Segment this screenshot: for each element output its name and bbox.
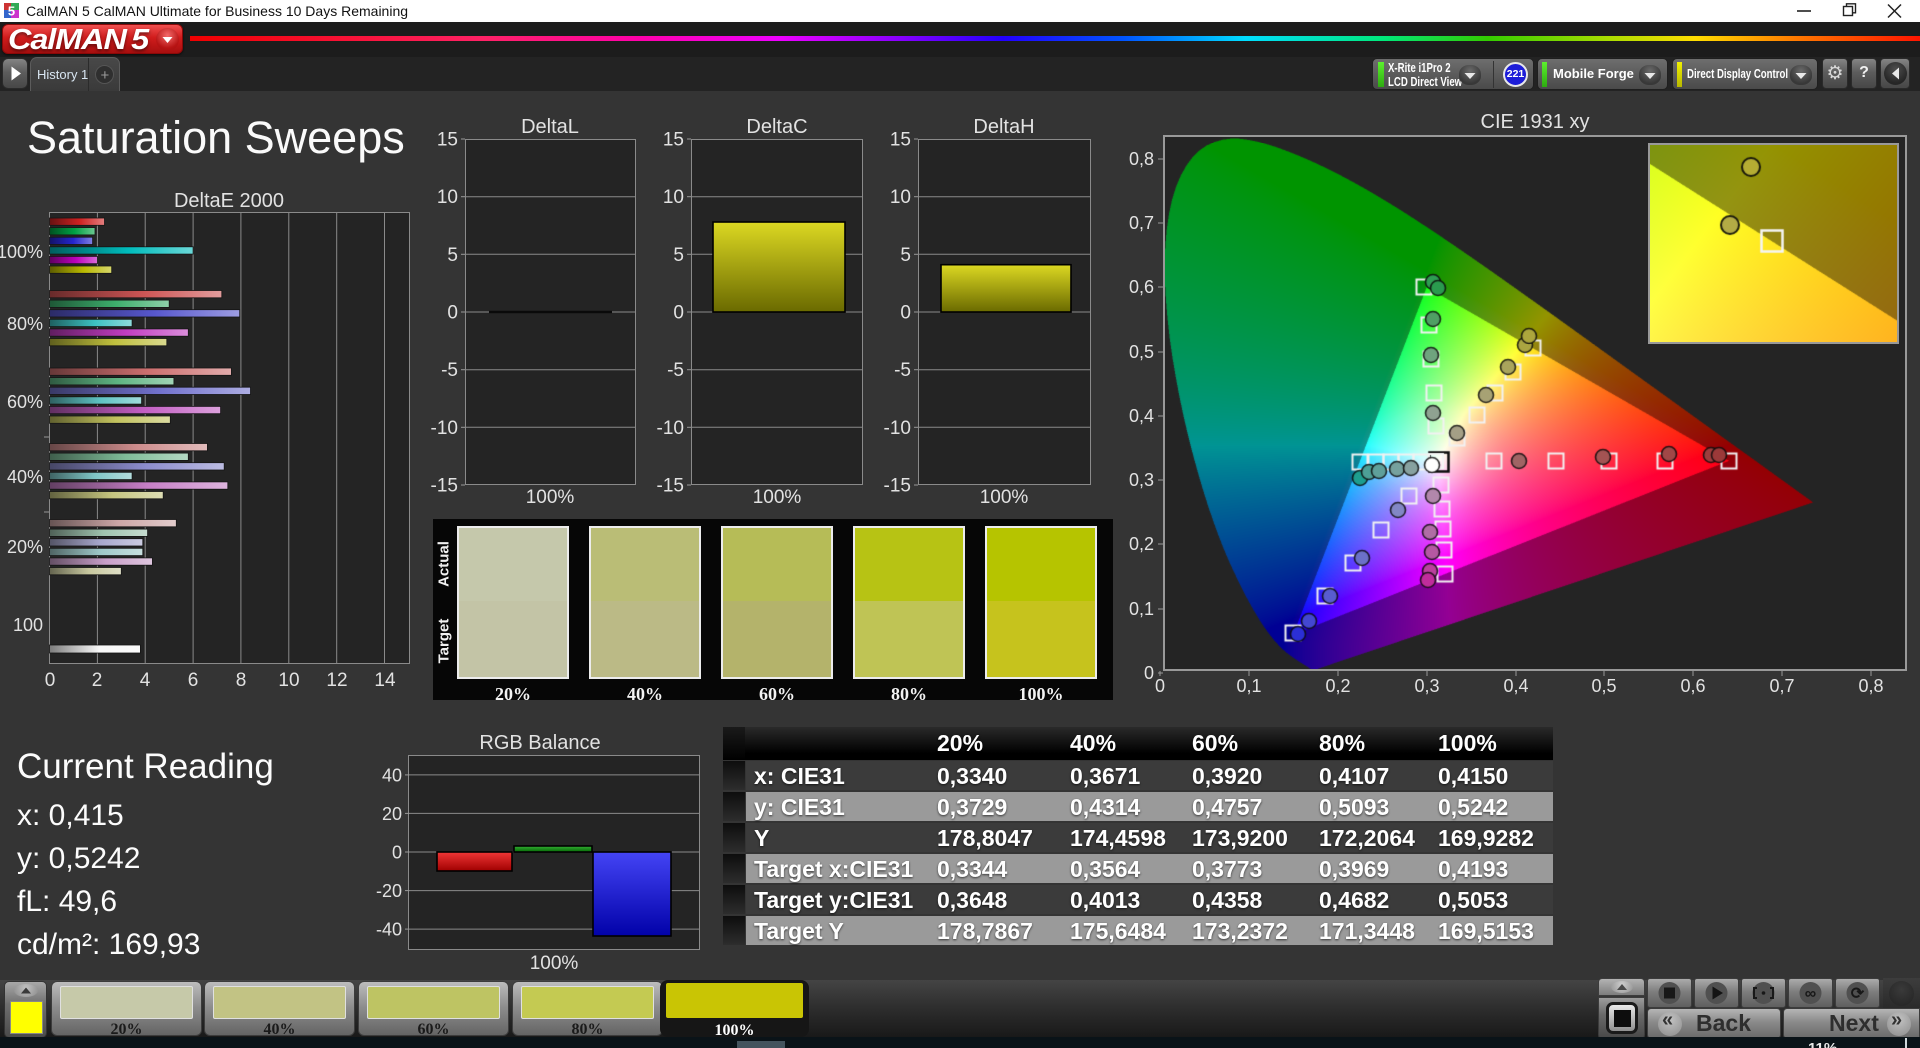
- svg-text:0,6: 0,6: [1129, 277, 1154, 297]
- svg-text:0,6: 0,6: [1680, 676, 1705, 696]
- svg-text:DeltaE 2000: DeltaE 2000: [174, 190, 284, 212]
- svg-text:⟳: ⟳: [1851, 986, 1865, 1003]
- svg-text:-5: -5: [441, 360, 458, 381]
- svg-text:10: 10: [663, 187, 684, 208]
- svg-text:8: 8: [236, 670, 247, 691]
- svg-text:60%: 60%: [7, 392, 43, 412]
- svg-text:5: 5: [447, 245, 458, 266]
- svg-text:15: 15: [437, 130, 458, 151]
- svg-text:40: 40: [382, 765, 402, 785]
- svg-text:0,1: 0,1: [1129, 599, 1154, 619]
- svg-text:20: 20: [382, 804, 402, 824]
- svg-text:0: 0: [447, 303, 458, 324]
- svg-text:-15: -15: [657, 476, 684, 497]
- svg-text:0,1: 0,1: [1236, 676, 1261, 696]
- svg-text:∞: ∞: [1805, 986, 1816, 1003]
- svg-text:CIE 1931 xy: CIE 1931 xy: [1481, 111, 1590, 133]
- svg-text:-10: -10: [657, 418, 684, 439]
- svg-text:0: 0: [673, 303, 684, 324]
- svg-text:0,8: 0,8: [1129, 149, 1154, 169]
- svg-text:40%: 40%: [7, 467, 43, 487]
- svg-text:15: 15: [890, 130, 911, 151]
- svg-text:0,3: 0,3: [1414, 676, 1439, 696]
- svg-text:5: 5: [673, 245, 684, 266]
- svg-text:12: 12: [326, 670, 347, 691]
- svg-text:-15: -15: [884, 476, 911, 497]
- svg-text:0: 0: [392, 843, 402, 863]
- svg-text:0,8: 0,8: [1858, 676, 1883, 696]
- svg-text:DeltaH: DeltaH: [973, 116, 1034, 138]
- svg-text:4: 4: [140, 670, 151, 691]
- svg-text:0,4: 0,4: [1503, 676, 1528, 696]
- svg-text:0,2: 0,2: [1325, 676, 1350, 696]
- svg-text:20%: 20%: [7, 537, 43, 557]
- svg-text:-20: -20: [376, 881, 402, 901]
- svg-text:0,7: 0,7: [1129, 213, 1154, 233]
- svg-text:100%: 100%: [526, 487, 575, 508]
- svg-text:0,4: 0,4: [1129, 406, 1154, 426]
- svg-text:100%: 100%: [0, 242, 43, 262]
- svg-text:14: 14: [374, 670, 396, 691]
- svg-text:0,5: 0,5: [1129, 342, 1154, 362]
- svg-text:DeltaC: DeltaC: [746, 116, 807, 138]
- svg-text:RGB Balance: RGB Balance: [479, 732, 600, 754]
- svg-text:5: 5: [900, 245, 911, 266]
- svg-text:0,5: 0,5: [1591, 676, 1616, 696]
- svg-text:-5: -5: [894, 360, 911, 381]
- svg-text:0,2: 0,2: [1129, 534, 1154, 554]
- svg-text:100: 100: [13, 615, 43, 635]
- svg-text:DeltaL: DeltaL: [521, 116, 579, 138]
- svg-text:0: 0: [1155, 676, 1165, 696]
- svg-text:10: 10: [278, 670, 299, 691]
- svg-text:-15: -15: [431, 476, 458, 497]
- svg-text:-40: -40: [376, 920, 402, 940]
- svg-text:80%: 80%: [7, 314, 43, 334]
- svg-text:0: 0: [1144, 663, 1154, 683]
- svg-text:0,3: 0,3: [1129, 470, 1154, 490]
- svg-text:0: 0: [900, 303, 911, 324]
- svg-text:0,7: 0,7: [1769, 676, 1794, 696]
- svg-text:0: 0: [45, 670, 56, 691]
- svg-text:-10: -10: [884, 418, 911, 439]
- svg-text:-5: -5: [667, 360, 684, 381]
- svg-text:100%: 100%: [980, 487, 1029, 508]
- svg-text:6: 6: [188, 670, 199, 691]
- svg-text:100%: 100%: [753, 487, 802, 508]
- svg-text:15: 15: [663, 130, 684, 151]
- svg-text:100%: 100%: [530, 953, 579, 974]
- svg-text:10: 10: [437, 187, 458, 208]
- svg-text:-10: -10: [431, 418, 458, 439]
- svg-text:2: 2: [92, 670, 103, 691]
- svg-text:10: 10: [890, 187, 911, 208]
